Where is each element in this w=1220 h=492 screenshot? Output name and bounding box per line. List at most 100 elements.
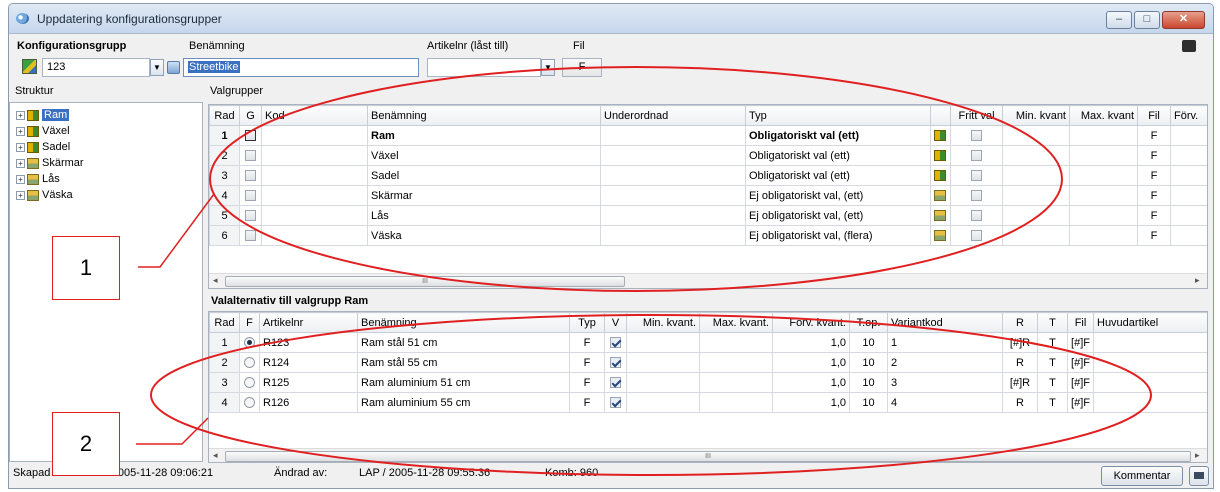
fil-cell[interactable]: [#]F [1067,392,1094,413]
col-huvudartikel[interactable]: Huvudartikel [1093,312,1207,333]
v-cell[interactable] [604,392,627,413]
v-checkbox[interactable] [610,357,621,369]
col-rad[interactable]: Rad [209,105,240,126]
fritt-val-checkbox[interactable] [971,150,982,162]
typ-cell[interactable]: Ej obligatoriskt val, (ett) [745,185,931,206]
benamning-cell[interactable]: Ram aluminium 51 cm [357,372,570,393]
col-underordnad[interactable]: Underordnad [600,105,746,126]
benamning-cell[interactable]: Ram aluminium 55 cm [357,392,570,413]
underordnad-cell[interactable] [600,205,746,226]
huvudartikel-cell[interactable] [1093,332,1207,353]
min-kvant-cell[interactable] [1002,205,1070,226]
scroll-right-arrow[interactable]: ▸ [1195,275,1200,286]
forv-kvant-cell[interactable]: 1,0 [772,332,850,353]
fil-cell[interactable]: F [1137,205,1171,226]
g-checkbox-cell[interactable] [239,185,262,206]
fil-cell[interactable]: F [1137,165,1171,186]
article-field[interactable] [427,58,541,77]
col-max-kvant[interactable]: Max. kvant [1069,105,1138,126]
group-code-field[interactable]: 123 [42,58,150,77]
col-fil[interactable]: Fil [1067,312,1094,333]
scroll-left-arrow[interactable]: ◂ [213,275,218,286]
fritt-val-checkbox[interactable] [971,130,982,142]
min-kvant-cell[interactable] [626,352,700,373]
max-kvant-cell[interactable] [699,392,773,413]
col-rad[interactable]: Rad [209,312,240,333]
min-kvant-cell[interactable] [1002,165,1070,186]
r-cell[interactable]: R [1002,392,1038,413]
benamning-cell[interactable]: Väska [367,225,601,246]
tree-item-sadel[interactable]: + Sadel [16,141,70,156]
maximize-button[interactable]: □ [1134,11,1160,29]
fil-cell[interactable]: F [1137,145,1171,166]
kod-cell[interactable] [261,145,368,166]
underordnad-cell[interactable] [600,165,746,186]
t-cell[interactable]: T [1037,352,1068,373]
t-cell[interactable]: T [1037,372,1068,393]
g-checkbox[interactable] [245,170,256,182]
table-row[interactable]: 4 Skärmar Ej obligatoriskt val, (ett) F [209,185,1207,206]
scroll-thumb[interactable]: III [225,276,625,287]
min-kvant-cell[interactable] [626,332,700,353]
f-radio[interactable] [244,337,255,349]
group-dropdown-button[interactable]: ▼ [150,59,164,76]
g-checkbox-cell[interactable] [239,205,262,226]
col-g[interactable]: G [239,105,262,126]
top-cell[interactable]: 10 [849,332,888,353]
huvudartikel-cell[interactable] [1093,392,1207,413]
expand-icon[interactable]: + [16,158,25,168]
t-cell[interactable]: T [1037,392,1068,413]
max-kvant-cell[interactable] [1069,165,1138,186]
artikelnr-cell[interactable]: R123 [259,332,358,353]
g-checkbox[interactable] [245,150,256,162]
col-forv[interactable]: Förv. [1170,105,1207,126]
fil-cell[interactable]: [#]F [1067,372,1094,393]
typ-cell[interactable]: F [569,392,605,413]
forv-cell[interactable] [1170,205,1207,226]
fritt-val-cell[interactable] [950,165,1003,186]
fil-cell[interactable]: F [1137,125,1171,146]
typ-cell[interactable]: Obligatoriskt val (ett) [745,125,931,146]
benamning-cell[interactable]: Sadel [367,165,601,186]
fritt-val-cell[interactable] [950,145,1003,166]
col-fritt-val[interactable]: Fritt val [950,105,1003,126]
fritt-val-cell[interactable] [950,125,1003,146]
table-row[interactable]: 2 R124 Ram stål 55 cm F 1,0 10 2 R T [#]… [209,352,1207,373]
table-row[interactable]: 1 Ram Obligatoriskt val (ett) F [209,125,1207,146]
benamning-cell[interactable]: Ram [367,125,601,146]
variantkod-cell[interactable]: 1 [887,332,1003,353]
col-top[interactable]: T.op. [849,312,888,333]
col-typ[interactable]: Typ [569,312,605,333]
v-checkbox[interactable] [610,397,621,409]
typ-cell[interactable]: F [569,352,605,373]
max-kvant-cell[interactable] [1069,205,1138,226]
huvudartikel-cell[interactable] [1093,372,1207,393]
f-radio[interactable] [244,357,255,369]
col-kod[interactable]: Kod [261,105,368,126]
table-row[interactable]: 2 Växel Obligatoriskt val (ett) F [209,145,1207,166]
tree-item-skarmar[interactable]: + Skärmar [16,157,84,172]
g-checkbox-cell[interactable] [239,165,262,186]
huvudartikel-cell[interactable] [1093,352,1207,373]
table-row[interactable]: 1 R123 Ram stål 51 cm F 1,0 10 1 [#]R T … [209,332,1207,353]
top-cell[interactable]: 10 [849,392,888,413]
tree-item-las[interactable]: + Lås [16,173,60,188]
max-kvant-cell[interactable] [1069,185,1138,206]
table-row[interactable]: 3 Sadel Obligatoriskt val (ett) F [209,165,1207,186]
kod-cell[interactable] [261,165,368,186]
fritt-val-cell[interactable] [950,205,1003,226]
benamning-cell[interactable]: Ram stål 51 cm [357,332,570,353]
minimize-button[interactable]: – [1106,11,1132,29]
g-checkbox[interactable] [245,230,256,242]
col-v[interactable]: V [604,312,627,333]
col-forv-kvant[interactable]: Förv. kvant. [772,312,850,333]
col-type-icon[interactable] [930,105,951,126]
r-cell[interactable]: R [1002,352,1038,373]
g-checkbox[interactable] [245,210,256,222]
min-kvant-cell[interactable] [1002,145,1070,166]
f-radio-cell[interactable] [239,392,260,413]
min-kvant-cell[interactable] [1002,185,1070,206]
max-kvant-cell[interactable] [699,372,773,393]
table-row[interactable]: 5 Lås Ej obligatoriskt val, (ett) F [209,205,1207,226]
max-kvant-cell[interactable] [699,352,773,373]
